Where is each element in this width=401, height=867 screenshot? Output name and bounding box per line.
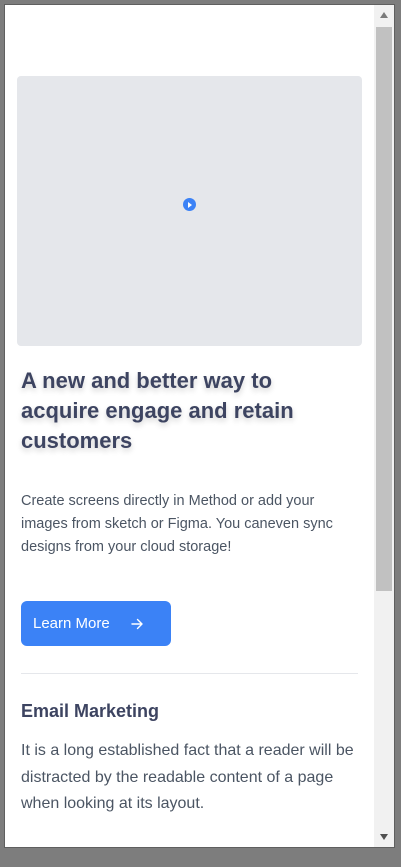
learn-more-button[interactable]: Learn More	[21, 601, 171, 646]
browser-viewport: A new and better way to acquire engage a…	[4, 4, 395, 848]
scroll-down-button[interactable]	[374, 827, 394, 847]
chevron-up-icon	[380, 12, 388, 18]
video-placeholder[interactable]	[17, 76, 362, 346]
hero-description: Create screens directly in Method or add…	[21, 493, 333, 555]
hero-headline: A new and better way to acquire engage a…	[21, 368, 294, 453]
scrollbar-thumb[interactable]	[376, 27, 392, 591]
scroll-up-button[interactable]	[374, 5, 394, 25]
arrow-right-icon	[130, 617, 144, 631]
page-content: A new and better way to acquire engage a…	[5, 5, 374, 847]
feature-text: It is a long established fact that a rea…	[21, 742, 354, 812]
section-divider	[21, 673, 358, 674]
play-icon[interactable]	[183, 198, 196, 211]
learn-more-label: Learn More	[33, 615, 110, 632]
vertical-scrollbar[interactable]	[374, 5, 394, 847]
feature-title: Email Marketing	[21, 701, 160, 721]
chevron-down-icon	[380, 834, 388, 840]
